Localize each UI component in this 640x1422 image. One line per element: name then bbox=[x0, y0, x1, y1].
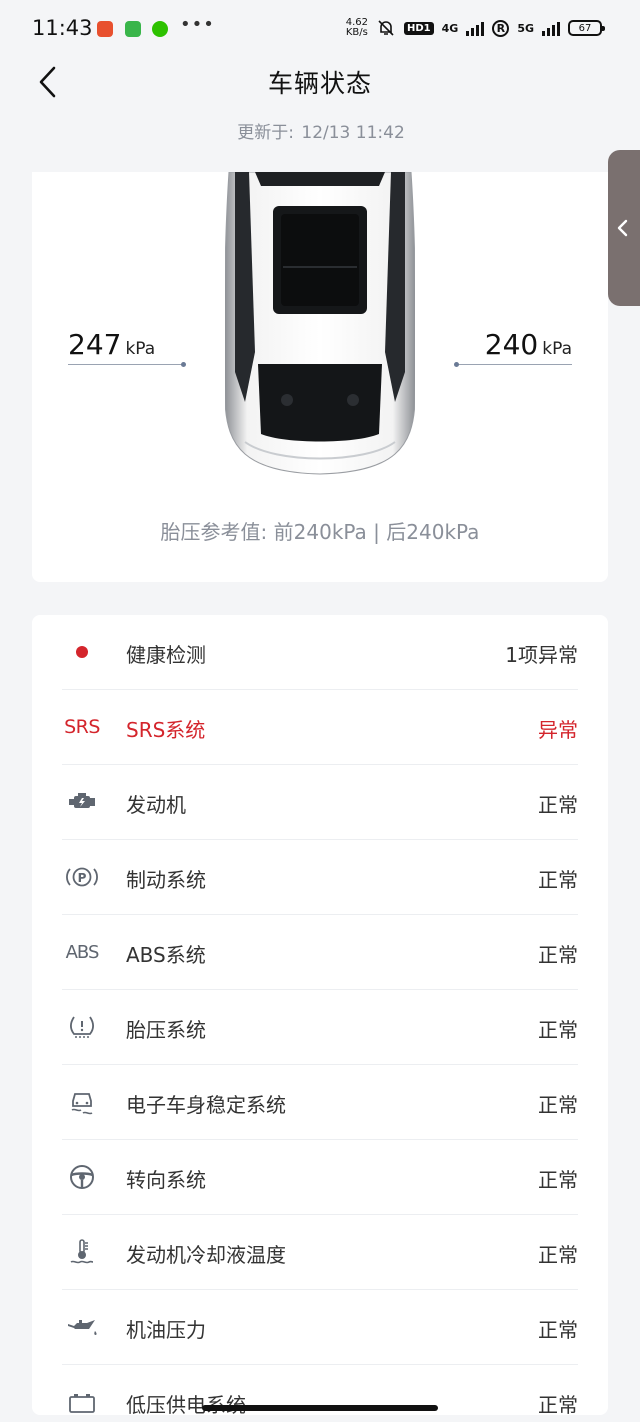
oil-pressure-icon bbox=[68, 1320, 97, 1335]
steering-wheel-icon bbox=[70, 1165, 94, 1189]
item-status: 正常 bbox=[538, 868, 578, 892]
item-label: 制动系统 bbox=[126, 868, 206, 892]
item-label: 胎压系统 bbox=[126, 1018, 206, 1042]
list-item-abs[interactable]: ABS ABS系统 正常 bbox=[62, 915, 578, 990]
tyre-pressure-right-value: 240 bbox=[484, 328, 539, 361]
tyre-pressure-left: 247 kPa bbox=[68, 328, 155, 361]
red-dot-icon bbox=[76, 646, 88, 658]
item-label: 发动机冷却液温度 bbox=[126, 1243, 286, 1267]
app-notification-icon bbox=[97, 21, 113, 37]
tyre-pressure-card: 247 kPa 240 kPa 胎压参考值: 前240kPa | 后240kPa bbox=[32, 172, 608, 582]
more-notifications-icon: ••• bbox=[180, 14, 215, 35]
tyre-pressure-icon bbox=[70, 1016, 94, 1038]
srs-icon: SRS bbox=[64, 716, 100, 738]
status-indicators: 4.62 KB/s HD1 4G R 5G 67 bbox=[345, 17, 605, 38]
item-label: 电子车身稳定系统 bbox=[126, 1093, 286, 1117]
item-status: 正常 bbox=[538, 1093, 578, 1117]
battery-icon: 67 bbox=[568, 20, 605, 36]
status-bar: 11:43 ••• 4.62 KB/s HD1 4G R 5G 67 bbox=[0, 0, 640, 60]
item-label: SRS系统 bbox=[126, 718, 206, 742]
abs-icon: ABS bbox=[65, 941, 100, 963]
list-item-steering[interactable]: 转向系统 正常 bbox=[62, 1140, 578, 1215]
coolant-temperature-icon bbox=[70, 1239, 94, 1264]
tyre-pressure-left-value: 247 bbox=[68, 328, 122, 361]
list-item-tyre-pressure[interactable]: 胎压系统 正常 bbox=[62, 990, 578, 1065]
page-title: 车辆状态 bbox=[267, 69, 372, 98]
item-label: 低压供电系统 bbox=[126, 1393, 246, 1415]
pressure-unit: kPa bbox=[125, 339, 156, 359]
item-status: 正常 bbox=[538, 1318, 578, 1342]
list-item-oil-pressure[interactable]: 机油压力 正常 bbox=[62, 1290, 578, 1365]
item-label: 健康检测 bbox=[126, 643, 206, 667]
list-item-stability-control[interactable]: 电子车身稳定系统 正常 bbox=[62, 1065, 578, 1140]
signal-icon bbox=[542, 20, 560, 36]
status-time: 11:43 bbox=[32, 16, 93, 40]
battery-icon bbox=[69, 1394, 95, 1413]
update-label: 更新于: bbox=[237, 123, 294, 143]
side-panel-toggle[interactable] bbox=[608, 150, 640, 306]
parking-brake-icon: P bbox=[66, 867, 98, 887]
item-label: 转向系统 bbox=[126, 1168, 206, 1192]
list-item-engine[interactable]: 发动机 正常 bbox=[62, 765, 578, 840]
mute-bell-icon bbox=[378, 20, 394, 36]
tyre-pointer-right bbox=[454, 362, 572, 367]
item-status: 1项异常 bbox=[505, 643, 578, 667]
item-status: 正常 bbox=[538, 1168, 578, 1192]
list-item-brake[interactable]: P 制动系统 正常 bbox=[62, 840, 578, 915]
item-label: 发动机 bbox=[126, 793, 186, 817]
item-label: 机油压力 bbox=[126, 1318, 206, 1342]
item-label: ABS系统 bbox=[126, 943, 206, 967]
system-status-list: 健康检测 1项异常 SRS SRS系统 异常 发动机 正常 P 制动系统 正常 bbox=[32, 615, 608, 1415]
network-type-4g: 4G bbox=[441, 21, 459, 35]
svg-text:P: P bbox=[78, 871, 87, 885]
wechat-icon bbox=[152, 21, 168, 37]
list-item-srs[interactable]: SRS SRS系统 异常 bbox=[62, 690, 578, 765]
network-type-5g: 5G bbox=[517, 21, 534, 35]
list-item-coolant[interactable]: 发动机冷却液温度 正常 bbox=[62, 1215, 578, 1290]
update-time: 更新于: 12/13 11:42 bbox=[0, 118, 640, 143]
item-status: 异常 bbox=[538, 718, 578, 742]
update-timestamp: 12/13 11:42 bbox=[301, 123, 405, 143]
tyre-reference-text: 胎压参考值: 前240kPa | 后240kPa bbox=[160, 520, 480, 544]
engine-icon bbox=[69, 793, 95, 808]
item-status: 正常 bbox=[538, 1393, 578, 1415]
list-item-health-check[interactable]: 健康检测 1项异常 bbox=[62, 615, 578, 690]
app-notification-icon bbox=[125, 21, 141, 37]
item-status: 正常 bbox=[538, 1243, 578, 1267]
pressure-unit: kPa bbox=[542, 339, 572, 359]
signal-icon bbox=[466, 20, 485, 36]
tyre-pressure-right: 240 kPa bbox=[485, 328, 572, 361]
tyre-pointer-left bbox=[68, 362, 186, 367]
home-indicator[interactable] bbox=[202, 1405, 438, 1411]
chevron-left-icon bbox=[617, 219, 628, 237]
item-status: 正常 bbox=[538, 793, 578, 817]
stability-control-icon bbox=[71, 1093, 93, 1115]
hd-badge: HD1 bbox=[403, 21, 434, 35]
network-speed: 4.62 KB/s bbox=[345, 17, 368, 38]
item-status: 正常 bbox=[538, 1018, 578, 1042]
item-status: 正常 bbox=[538, 943, 578, 967]
roaming-icon: R bbox=[492, 19, 510, 37]
car-top-view-image bbox=[225, 172, 415, 475]
